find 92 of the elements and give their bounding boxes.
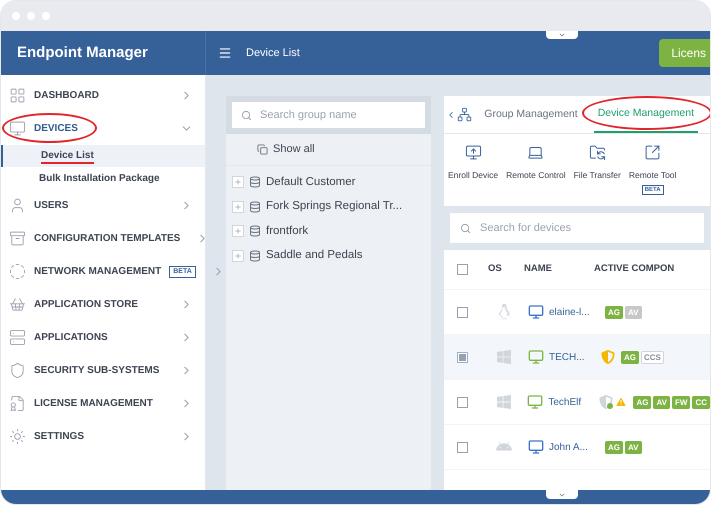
group-item[interactable]: Default Customer [266, 174, 356, 191]
component-badge: AG [633, 396, 652, 408]
group-icon [249, 225, 261, 238]
sidebar-label: SECURITY SUB-SYSTEMS [34, 364, 160, 378]
sidebar-label: LICENSE MANAGEMENT [34, 397, 153, 411]
certificate-icon [9, 395, 26, 412]
component-badge: FW [672, 396, 690, 408]
component-badge: CCS [641, 350, 664, 364]
component-badge: AG [605, 306, 623, 318]
plus-icon [234, 252, 242, 260]
group-icon [249, 250, 261, 262]
search-icon [460, 222, 471, 234]
search-icon [241, 110, 252, 120]
app-title: Endpoint Manager [17, 42, 148, 63]
expand-button[interactable] [232, 176, 244, 188]
device-name-link[interactable]: TECH... [549, 350, 601, 364]
plus-icon [234, 178, 242, 186]
row-checkbox[interactable] [457, 396, 468, 408]
sidebar-item[interactable]: DEVICES [1, 112, 205, 145]
sidebar-item[interactable]: USERS [1, 189, 205, 222]
page-title: Device List [246, 46, 300, 61]
table-row[interactable]: TECH... AG CCS [444, 335, 710, 380]
box-arrow-icon [644, 144, 662, 161]
sidebar-label: APPLICATION STORE [34, 298, 138, 312]
sidebar-label: USERS [34, 199, 68, 213]
copy-icon [257, 144, 268, 155]
sidebar-subitem[interactable]: Bulk Installation Package [1, 167, 205, 189]
grid-icon [9, 87, 26, 104]
column-header: NAME [524, 262, 553, 276]
device-name-link[interactable]: elaine-l... [549, 304, 601, 320]
row-checkbox[interactable] [457, 442, 468, 452]
group-item[interactable]: Fork Springs Regional Tr... [266, 198, 402, 216]
sidebar-label: DASHBOARD [34, 89, 99, 103]
device-name-link[interactable]: John A... [549, 440, 601, 454]
folder-sync-icon [588, 144, 606, 161]
expand-button[interactable] [232, 250, 244, 262]
archive-icon [9, 230, 26, 247]
component-badge: CC [692, 396, 710, 408]
subitem-label: Bulk Installation Package [39, 172, 160, 186]
monitor-arrow-icon [464, 144, 482, 161]
sidebar-item[interactable]: APPLICATIONS [1, 321, 205, 354]
group-icon [249, 200, 261, 213]
menu-button[interactable] [218, 46, 232, 60]
plus-icon [234, 227, 242, 236]
component-badge: AG [621, 350, 639, 364]
column-header: ACTIVE COMPON [594, 262, 674, 276]
group-icon [249, 176, 261, 188]
expand-button[interactable] [232, 225, 244, 238]
user-icon [9, 197, 26, 214]
sidebar-label: NETWORK MANAGEMENT [34, 265, 162, 279]
device-search-field[interactable]: Search for devices [450, 213, 704, 243]
component-badge: AV [653, 396, 670, 408]
show-all-button[interactable]: Show all [226, 134, 431, 166]
toolbar-button[interactable]: Enroll Device [444, 144, 502, 182]
basket-icon [9, 296, 26, 313]
dots-circle-icon [9, 263, 26, 280]
group-item[interactable]: Saddle and Pedals [266, 247, 363, 264]
device-name-link[interactable]: TechElf [548, 394, 600, 410]
collapse-tab[interactable] [546, 31, 578, 39]
settings-icon [9, 428, 26, 445]
chevron-down-icon [558, 31, 566, 39]
subitem-label: Device List [41, 148, 94, 164]
row-checkbox[interactable] [457, 352, 468, 362]
sidebar-label: SETTINGS [34, 430, 84, 444]
component-badge: AV [625, 440, 642, 454]
shield-icon [9, 362, 26, 379]
component-badge: AG [605, 440, 623, 454]
sidebar-label: DEVICES [34, 122, 78, 136]
toolbar-button[interactable]: File Transfer [570, 144, 625, 182]
tab[interactable]: Group Management [480, 96, 582, 133]
sidebar-item[interactable]: SETTINGS [1, 420, 205, 453]
monitor-icon [9, 120, 26, 137]
tree-icon [457, 107, 472, 122]
plus-icon [234, 202, 242, 211]
expand-button[interactable] [232, 200, 244, 213]
sidebar-item[interactable]: DASHBOARD [1, 79, 205, 112]
laptop-icon [527, 144, 544, 161]
expand-tab[interactable] [546, 490, 578, 499]
column-header: OS [488, 262, 503, 276]
sidebar-label: APPLICATIONS [34, 331, 108, 345]
server-icon [9, 329, 26, 346]
group-search-field[interactable]: Search group name [232, 102, 425, 128]
sidebar-item[interactable]: SECURITY SUB-SYSTEMS [1, 354, 205, 387]
select-all-checkbox[interactable] [457, 264, 468, 275]
group-item[interactable]: frontfork [266, 222, 308, 240]
sidebar-item[interactable]: CONFIGURATION TEMPLATES [1, 222, 205, 255]
sidebar-item[interactable]: APPLICATION STORE [1, 288, 205, 321]
sidebar-item[interactable]: LICENSE MANAGEMENT [1, 387, 205, 420]
sidebar-label: CONFIGURATION TEMPLATES [34, 232, 180, 246]
sidebar-subitem[interactable]: Device List [1, 145, 205, 167]
row-checkbox[interactable] [457, 306, 468, 318]
toolbar-button[interactable]: Remote Control [502, 144, 570, 182]
